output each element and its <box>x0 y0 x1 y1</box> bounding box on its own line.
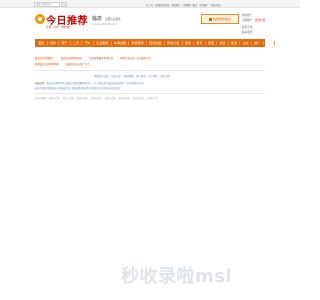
footer-link-sitemap[interactable]: 网站地图 <box>124 74 134 78</box>
notice-link[interactable]: 发布信息免费推广 <box>35 57 54 60</box>
info-label: 同城信息： <box>35 82 47 85</box>
sun-logo-icon <box>35 14 45 24</box>
side-link-phone: 联系电话： <box>242 31 255 34</box>
side-link-refresh[interactable]: 刷新推广 <box>242 13 252 17</box>
footer-links: 免费发布信息 | 信息分类 | 网站地图 | 用户协议 | 关于我们 | 联系我们 <box>94 74 170 78</box>
separator: | <box>109 74 111 77</box>
notice-row: 免费发布信息随时随地 同城信息发布推广平台 <box>35 62 265 68</box>
city-link[interactable]: 临泉推广网 <box>147 96 158 100</box>
top-link-scan[interactable]: 扫一扫 <box>146 3 153 7</box>
info-text[interactable]: 临泉信息网 免费发布 本地同城信息 便民服务 版权所有 备案信息 请勿发布违法信… <box>35 87 120 90</box>
post-info-button[interactable]: 免费发布信息 <box>201 14 239 24</box>
city-subtitle: 免费信息发布 <box>105 17 121 21</box>
city-link[interactable]: 临泉生活网 <box>105 96 116 100</box>
nav-item-franchise[interactable]: 招商加盟 <box>147 41 165 45</box>
top-links: 扫一扫 免费发布信息 我的推广 免费推广服务 置顶推广 网站导航 <box>146 3 221 7</box>
city-link[interactable]: 临泉房产网 <box>49 96 60 100</box>
city-link[interactable]: 临泉便民网 <box>119 96 130 100</box>
nav-item-secondhand[interactable]: 二手 <box>71 41 83 45</box>
top-link-promo-service[interactable]: 免费推广服务 <box>183 3 197 7</box>
footer-link-about[interactable]: 关于我们 <box>148 74 158 78</box>
side-link-sticky[interactable]: 顶置推广：最佳位置 <box>242 18 265 22</box>
nav-item-notices[interactable]: 同城公告 <box>165 41 183 45</box>
pen-icon <box>208 17 212 21</box>
post-info-label: 免费发布信息 <box>212 17 231 21</box>
notice-link[interactable]: 临泉信息网免费发布 <box>61 57 83 60</box>
notice-link[interactable]: 同城信息发布推广平台 <box>66 63 90 66</box>
city-link[interactable]: 临泉交友网 <box>133 96 144 100</box>
logo-slogan: 免费 · 高效 · 精准推广 <box>46 26 72 29</box>
nav-item-business[interactable]: 商务服务 <box>129 41 148 45</box>
notice-link[interactable]: 本地生活信息一站式服务平台 <box>120 57 151 60</box>
info-line: 临泉信息网 免费发布 本地同城信息 便民服务 版权所有 备案信息 请勿发布违法信… <box>35 86 265 90</box>
nav-item-pets[interactable]: 宠物 <box>183 41 195 45</box>
footer-link-post[interactable]: 免费发布信息 <box>94 74 108 78</box>
nav-item-cars[interactable]: 汽车 <box>82 41 94 45</box>
top-bar: 请输入搜索内容 扫一扫 免费发布信息 我的推广 免费推广服务 置顶推广 网站导航 <box>0 0 300 8</box>
notice-link[interactable]: 扫码查看更多本地信息 <box>89 57 113 60</box>
city-link[interactable]: 临泉招聘网 <box>35 96 46 100</box>
side-link-business: 商务合作： <box>242 26 255 29</box>
city-link-row: 临泉招聘网 临泉房产网 临泉二手网 临泉车辆网 临泉服务网 临泉生活网 临泉便民… <box>35 96 265 100</box>
top-link-sticky[interactable]: 置顶推广 <box>199 3 209 7</box>
notice-link[interactable]: 免费发布信息随时随地 <box>35 63 59 66</box>
footer-link-categories[interactable]: 信息分类 <box>111 74 121 78</box>
nav-item-home-decor[interactable]: 家居 <box>206 41 218 45</box>
main-nav: 首页 招聘 房产 二手 汽车 生活服务 车辆出租 商务服务 招商加盟 同城公告 … <box>35 39 276 47</box>
nav-item-jobs[interactable]: 招聘 <box>48 41 60 45</box>
city-link[interactable]: 临泉服务网 <box>91 96 102 100</box>
city-url: linquan.365128.com <box>92 23 117 26</box>
site-logo[interactable]: 今日推荐 免费 · 高效 · 精准推广 <box>35 12 88 34</box>
nav-item-education[interactable]: 教育 <box>194 41 206 45</box>
footer-link-contact[interactable]: 联系我们 <box>161 74 171 78</box>
top-link-my-promo[interactable]: 我的推广 <box>172 3 182 7</box>
search-input[interactable]: 请输入搜索内容 <box>34 2 60 7</box>
city-link[interactable]: 临泉二手网 <box>63 96 74 100</box>
nav-item-housing[interactable]: 房产 <box>59 41 71 45</box>
nav-item-food[interactable]: 美食 <box>217 41 229 45</box>
divider <box>35 93 265 94</box>
info-line: 同城信息：临泉信息网本地生活服务 临泉招聘求职 房产二手 车辆出租 同城交友信息… <box>35 81 265 85</box>
divider <box>35 70 265 71</box>
city-name: 临泉 <box>92 16 103 22</box>
nav-item-home[interactable]: 首页 <box>36 41 48 45</box>
separator: | <box>158 74 160 77</box>
nav-item-work[interactable]: 工作 <box>264 41 276 45</box>
info-text[interactable]: 临泉信息网本地生活服务 临泉招聘求职 房产二手 车辆出租 同城交友信息推广 关注… <box>47 82 145 85</box>
nav-item-life-services[interactable]: 生活服务 <box>94 41 112 45</box>
nav-item-rental[interactable]: 车辆出租 <box>112 41 130 45</box>
top-link-post[interactable]: 免费发布信息 <box>155 3 169 7</box>
separator: | <box>146 74 148 77</box>
separator: | <box>121 74 123 77</box>
nav-item-travel[interactable]: 旅游 <box>229 41 241 45</box>
nav-item-dating[interactable]: 交友 <box>240 41 252 45</box>
footer-link-agreement[interactable]: 用户协议 <box>136 74 146 78</box>
top-link-sitemap[interactable]: 网站导航 <box>211 3 221 7</box>
search-button[interactable] <box>61 2 67 7</box>
city-link[interactable]: 临泉车辆网 <box>77 96 88 100</box>
watermark-text: 秒收录啦msl <box>121 266 233 287</box>
nav-item-promo[interactable]: 推广 <box>252 41 264 45</box>
separator: | <box>134 74 135 77</box>
